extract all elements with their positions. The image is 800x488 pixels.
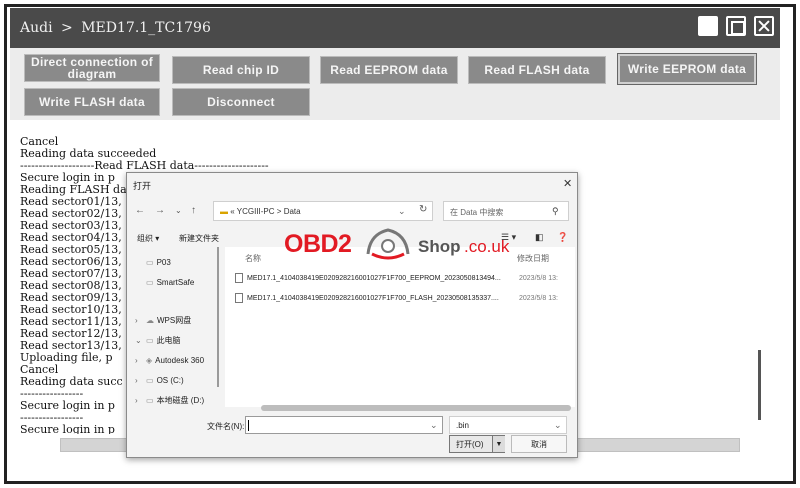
close-icon[interactable] <box>754 16 774 36</box>
drive-icon: ▭ <box>146 375 154 385</box>
expand-chevron-icon[interactable]: › <box>135 316 143 325</box>
breadcrumb-current: MED17.1_TC1796 <box>81 20 211 36</box>
file-icon <box>235 293 243 303</box>
open-button[interactable]: 打开(O) ▼ <box>449 435 505 453</box>
search-placeholder: 在 Data 中搜索 <box>450 208 504 217</box>
address-prefix: « <box>230 207 235 216</box>
search-icon[interactable]: ⚲ <box>552 206 559 217</box>
open-button-label: 打开(O) <box>456 439 484 449</box>
filetype-dropdown-icon: ⌄ <box>554 420 562 430</box>
expand-chevron-icon[interactable]: › <box>135 356 143 365</box>
maximize-icon[interactable] <box>698 16 718 36</box>
address-segment-pc[interactable]: YCGIII-PC <box>237 207 275 216</box>
file-name: MED17.1_4104038419E020928216001027F1F700… <box>247 274 501 282</box>
search-input[interactable]: 在 Data 中搜索 ⚲ <box>443 201 569 221</box>
forward-arrow-icon[interactable]: → <box>155 205 165 216</box>
sidebar-scrollbar[interactable] <box>217 247 219 387</box>
drive-icon: ◈ <box>146 355 153 365</box>
log-line: --------------------Read FLASH data-----… <box>20 159 269 172</box>
file-date: 2023/5/8 13: <box>519 274 558 282</box>
drive-icon: ▭ <box>146 257 154 267</box>
address-path: ▬ « YCGIII-PC > Data <box>220 207 301 216</box>
filetype-value: .bin <box>456 421 469 430</box>
breadcrumb-separator: > <box>61 20 73 36</box>
up-arrow-icon[interactable]: ↑ <box>191 205 196 216</box>
direct-connection-button[interactable]: Direct connection of diagram <box>24 54 160 82</box>
watermark-tld: .co.uk <box>464 237 510 256</box>
drive-icon: ☁ <box>146 315 154 325</box>
title-bar: Audi > MED17.1_TC1796 <box>10 8 780 48</box>
file-row[interactable]: MED17.1_4104038419E020928216001027F1F700… <box>235 271 558 285</box>
help-icon[interactable]: ❓ <box>557 232 568 243</box>
file-name: MED17.1_4104038419E020928216001027F1F700… <box>247 294 499 302</box>
back-arrow-icon[interactable]: ← <box>135 205 145 216</box>
watermark-shop: Shop <box>418 237 461 256</box>
cancel-button[interactable]: 取消 <box>511 435 567 453</box>
open-file-dialog: 打开 ✕ ← → ⌄ ↑ ▬ « YCGIII-PC > Data ⌄ ↻ 在 … <box>126 172 578 458</box>
dialog-sidebar: ▭ P03 ▭ SmartSafe › ☁ WPS网盘 ⌄ ▭ 此电脑 › ◈ Autodesk 360… <box>127 247 219 407</box>
filename-input[interactable]: ⌄ <box>245 416 443 434</box>
drive-icon: ▭ <box>146 395 154 405</box>
address-segment-data[interactable]: Data <box>284 207 301 216</box>
write-eeprom-button[interactable]: Write EEPROM data <box>617 53 757 85</box>
car-logo-icon <box>366 228 410 260</box>
address-separator: > <box>276 207 282 216</box>
sidebar-item[interactable]: ▭ SmartSafe <box>135 275 194 289</box>
sidebar-item-label: P03 <box>156 257 171 267</box>
filename-dropdown-icon[interactable]: ⌄ <box>430 420 438 431</box>
open-split-arrow-icon[interactable]: ▼ <box>492 436 505 452</box>
file-icon <box>235 273 243 283</box>
sidebar-item-label: 本地磁盘 (D:) <box>156 395 205 405</box>
expand-chevron-icon[interactable]: › <box>135 396 143 405</box>
sidebar-item[interactable]: › ☁ WPS网盘 <box>135 313 191 327</box>
sidebar-item-label: OS (C:) <box>156 375 184 385</box>
filename-label: 文件名(N): <box>207 422 245 431</box>
address-bar[interactable]: ▬ « YCGIII-PC > Data ⌄ <box>213 201 433 221</box>
expand-chevron-icon[interactable]: › <box>135 376 143 385</box>
sidebar-item-label: Autodesk 360 <box>155 355 205 365</box>
dialog-close-icon[interactable]: ✕ <box>563 177 572 190</box>
expand-chevron-icon[interactable]: ⌄ <box>135 336 143 345</box>
drive-icon: ▭ <box>146 277 154 287</box>
obd2shop-watermark: OBD2 Shop .co.uk <box>284 222 524 272</box>
organize-menu[interactable]: 组织 ▾ <box>137 233 159 244</box>
address-dropdown-icon[interactable]: ⌄ <box>398 206 406 217</box>
breadcrumb: Audi > MED17.1_TC1796 <box>20 20 215 36</box>
recent-chevron-icon[interactable]: ⌄ <box>175 206 182 215</box>
sidebar-item[interactable]: ⌄ ▭ 此电脑 <box>135 333 181 347</box>
disconnect-button[interactable]: Disconnect <box>172 88 310 116</box>
read-eeprom-button[interactable]: Read EEPROM data <box>320 56 458 84</box>
new-folder-button[interactable]: 新建文件夹 <box>179 233 219 244</box>
watermark-brand: OBD2 <box>284 230 352 258</box>
read-flash-button[interactable]: Read FLASH data <box>468 56 606 84</box>
dialog-nav-bar: ← → ⌄ ↑ ▬ « YCGIII-PC > Data ⌄ ↻ 在 Data … <box>127 199 577 223</box>
refresh-icon[interactable]: ↻ <box>419 204 427 215</box>
dialog-title: 打开 <box>133 181 152 191</box>
sidebar-item[interactable]: › ◈ Autodesk 360 <box>135 353 204 367</box>
file-row[interactable]: MED17.1_4104038419E020928216001027F1F700… <box>235 291 558 305</box>
action-toolbar: Direct connection of diagram Read chip I… <box>10 48 780 120</box>
sidebar-item[interactable]: › ▭ OS (C:) <box>135 373 184 387</box>
filetype-select[interactable]: .bin ⌄ <box>449 416 567 434</box>
sidebar-item-label: WPS网盘 <box>157 315 192 325</box>
sidebar-item[interactable]: › ▭ 本地磁盘 (D:) <box>135 393 204 407</box>
column-header-name[interactable]: 名称 <box>245 253 261 264</box>
sidebar-item-label: 此电脑 <box>156 335 181 345</box>
log-scrollbar[interactable] <box>758 350 761 420</box>
sidebar-item[interactable]: ▭ P03 <box>135 255 171 269</box>
fullscreen-icon[interactable] <box>726 16 746 36</box>
preview-pane-icon[interactable]: ◧ <box>535 232 544 243</box>
drive-icon: ▭ <box>146 335 154 345</box>
sidebar-item-label: SmartSafe <box>156 277 195 287</box>
breadcrumb-root[interactable]: Audi <box>20 20 53 36</box>
folder-icon: ▬ <box>220 207 228 216</box>
write-flash-button[interactable]: Write FLASH data <box>24 88 160 116</box>
file-list-scrollbar[interactable] <box>261 405 571 411</box>
read-chip-id-button[interactable]: Read chip ID <box>172 56 310 84</box>
file-date: 2023/5/8 13: <box>519 294 558 302</box>
